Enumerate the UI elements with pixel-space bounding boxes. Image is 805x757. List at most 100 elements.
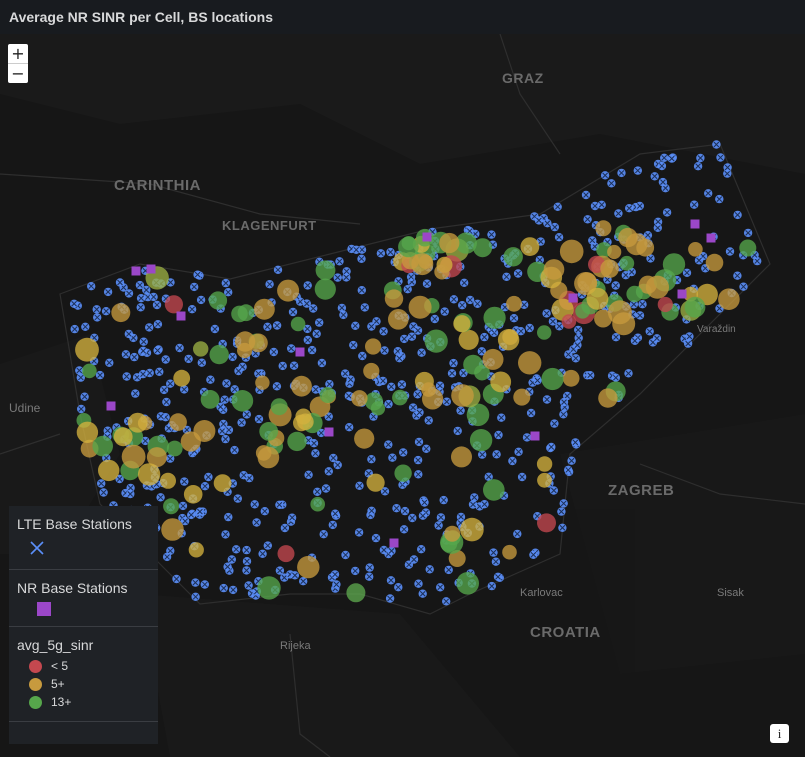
lte-station-marker[interactable]: [573, 340, 582, 350]
lte-station-marker[interactable]: [280, 523, 290, 533]
lte-station-marker[interactable]: [200, 580, 209, 589]
lte-station-marker[interactable]: [480, 332, 489, 342]
lte-station-marker[interactable]: [221, 434, 230, 444]
lte-station-marker[interactable]: [558, 523, 567, 532]
lte-station-marker[interactable]: [597, 200, 606, 209]
nr-station-marker[interactable]: [677, 289, 687, 299]
lte-station-marker[interactable]: [574, 333, 583, 343]
sinr-cell-marker[interactable]: [188, 542, 204, 558]
sinr-cell-marker[interactable]: [600, 259, 619, 278]
lte-station-marker[interactable]: [136, 303, 145, 312]
lte-station-marker[interactable]: [331, 509, 340, 518]
lte-station-marker[interactable]: [715, 194, 724, 204]
lte-station-marker[interactable]: [273, 265, 283, 274]
lte-station-marker[interactable]: [156, 412, 166, 421]
lte-station-marker[interactable]: [444, 565, 453, 575]
lte-station-marker[interactable]: [630, 336, 640, 345]
sinr-cell-marker[interactable]: [520, 237, 540, 256]
sinr-cell-marker[interactable]: [619, 255, 635, 271]
lte-station-marker[interactable]: [542, 309, 551, 318]
sinr-cell-marker[interactable]: [277, 545, 295, 563]
lte-station-marker[interactable]: [409, 555, 419, 564]
lte-station-marker[interactable]: [549, 486, 558, 495]
lte-station-marker[interactable]: [559, 397, 569, 407]
lte-station-marker[interactable]: [442, 397, 451, 406]
lte-station-marker[interactable]: [263, 541, 272, 550]
sinr-cell-marker[interactable]: [231, 305, 248, 323]
sinr-cell-marker[interactable]: [469, 429, 493, 452]
sinr-cell-marker[interactable]: [259, 422, 279, 441]
sinr-cell-marker[interactable]: [82, 363, 97, 379]
lte-station-marker[interactable]: [682, 268, 692, 277]
lte-station-marker[interactable]: [376, 249, 386, 258]
lte-station-marker[interactable]: [95, 370, 105, 380]
sinr-cell-marker[interactable]: [456, 572, 480, 595]
lte-station-marker[interactable]: [534, 216, 544, 225]
sinr-cell-marker[interactable]: [388, 309, 409, 330]
lte-station-marker[interactable]: [378, 376, 388, 386]
lte-station-marker[interactable]: [470, 493, 479, 502]
sinr-cell-marker[interactable]: [98, 459, 120, 482]
lte-station-marker[interactable]: [704, 189, 713, 198]
lte-station-marker[interactable]: [614, 209, 623, 218]
lte-station-marker[interactable]: [480, 500, 489, 509]
lte-station-marker[interactable]: [385, 594, 395, 603]
sinr-cell-marker[interactable]: [164, 295, 183, 314]
lte-station-marker[interactable]: [468, 500, 478, 509]
sinr-cell-marker[interactable]: [183, 485, 203, 504]
nr-station-marker[interactable]: [106, 401, 116, 411]
sinr-cell-marker[interactable]: [363, 362, 380, 380]
sinr-cell-marker[interactable]: [657, 296, 673, 313]
lte-station-marker[interactable]: [653, 217, 663, 226]
sinr-cell-marker[interactable]: [137, 463, 161, 486]
lte-station-marker[interactable]: [583, 215, 592, 224]
lte-station-marker[interactable]: [384, 440, 393, 449]
lte-station-marker[interactable]: [407, 332, 417, 341]
lte-station-marker[interactable]: [422, 279, 432, 288]
sinr-cell-marker[interactable]: [193, 341, 209, 357]
sinr-cell-marker[interactable]: [351, 390, 368, 407]
lte-station-marker[interactable]: [228, 585, 238, 595]
sinr-cell-marker[interactable]: [76, 421, 99, 443]
lte-station-marker[interactable]: [287, 344, 296, 353]
sinr-cell-marker[interactable]: [208, 291, 228, 310]
sinr-cell-marker[interactable]: [458, 329, 479, 350]
lte-station-marker[interactable]: [517, 472, 527, 482]
lte-station-marker[interactable]: [420, 498, 429, 507]
lte-station-marker[interactable]: [493, 572, 503, 581]
sinr-cell-marker[interactable]: [422, 388, 444, 410]
sinr-cell-marker[interactable]: [346, 583, 366, 603]
lte-station-marker[interactable]: [337, 303, 347, 313]
lte-station-marker[interactable]: [487, 581, 496, 591]
lte-station-marker[interactable]: [105, 358, 114, 367]
sinr-cell-marker[interactable]: [297, 555, 320, 579]
lte-station-marker[interactable]: [553, 202, 562, 211]
lte-station-marker[interactable]: [413, 455, 423, 465]
lte-station-marker[interactable]: [509, 314, 519, 323]
sinr-cell-marker[interactable]: [365, 338, 382, 355]
lte-station-marker[interactable]: [242, 557, 252, 566]
lte-station-marker[interactable]: [187, 510, 196, 520]
lte-station-marker[interactable]: [290, 571, 300, 580]
lte-station-marker[interactable]: [465, 295, 475, 305]
lte-station-marker[interactable]: [417, 348, 426, 357]
lte-station-marker[interactable]: [103, 287, 113, 297]
nr-station-marker[interactable]: [422, 232, 432, 242]
lte-station-marker[interactable]: [299, 577, 308, 586]
lte-station-marker[interactable]: [200, 482, 210, 491]
sinr-cell-marker[interactable]: [111, 303, 131, 323]
sinr-cell-marker[interactable]: [161, 518, 184, 541]
lte-station-marker[interactable]: [313, 487, 322, 496]
lte-station-marker[interactable]: [341, 550, 350, 560]
lte-station-marker[interactable]: [422, 444, 431, 453]
nr-station-marker[interactable]: [176, 311, 186, 321]
lte-station-marker[interactable]: [161, 355, 170, 364]
lte-station-marker[interactable]: [400, 334, 409, 344]
lte-station-marker[interactable]: [380, 346, 389, 355]
lte-station-marker[interactable]: [227, 555, 236, 564]
lte-station-marker[interactable]: [638, 300, 647, 309]
lte-station-marker[interactable]: [725, 247, 735, 256]
sinr-cell-marker[interactable]: [408, 295, 432, 319]
lte-station-marker[interactable]: [367, 506, 376, 515]
lte-station-marker[interactable]: [252, 518, 261, 527]
